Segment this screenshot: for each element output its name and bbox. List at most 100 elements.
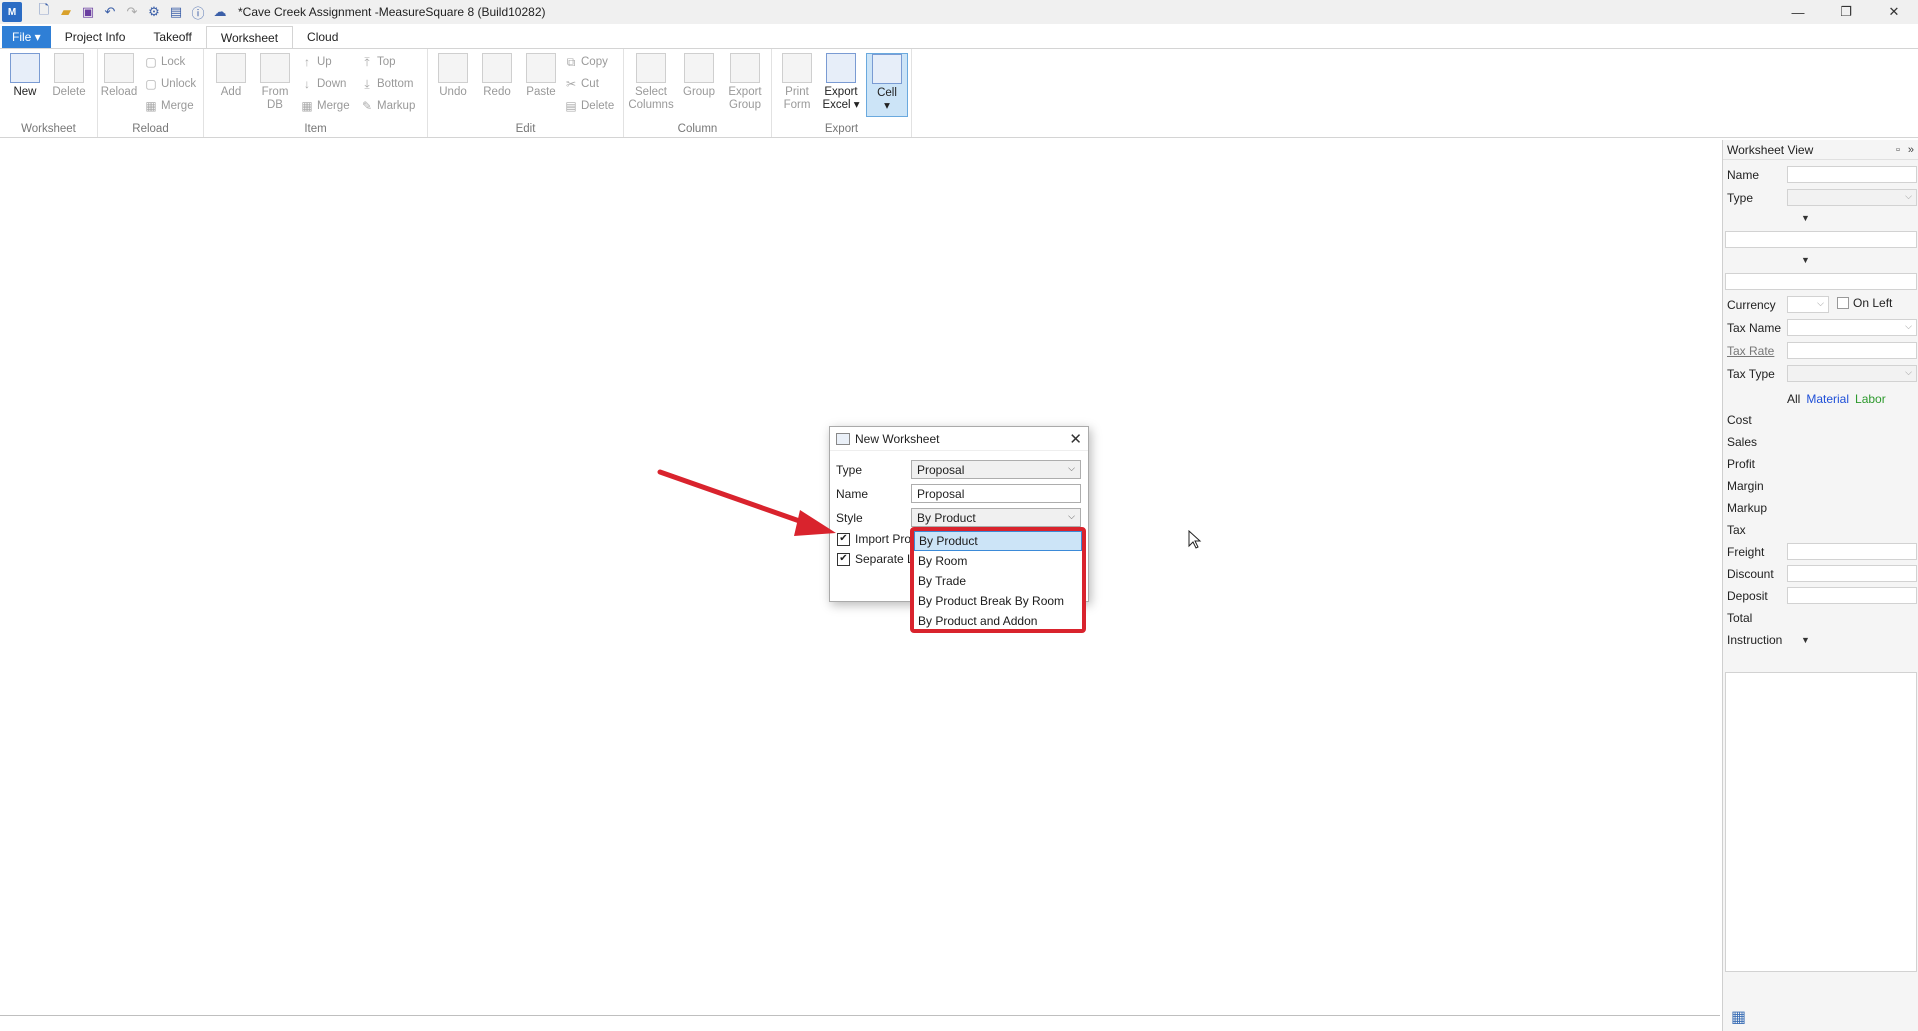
panel-name-input[interactable] — [1787, 166, 1917, 183]
lock-button[interactable]: ▢ Lock — [144, 53, 185, 71]
name-input[interactable]: Proposal — [911, 484, 1081, 503]
cloud-icon[interactable]: ☁ — [212, 4, 228, 20]
currency-select[interactable]: ⌵ — [1787, 296, 1829, 313]
panel-field-2[interactable] — [1725, 273, 1917, 290]
move-down-button[interactable]: ↓ Down — [300, 75, 346, 93]
checkbox-box — [1837, 297, 1849, 309]
filter-labor[interactable]: Labor — [1855, 392, 1886, 406]
style-select[interactable]: By Product ⌵ — [911, 508, 1081, 527]
panel-field-1[interactable] — [1725, 231, 1917, 248]
select-columns-button[interactable]: Select Columns — [628, 53, 674, 112]
undo-icon[interactable]: ↶ — [102, 4, 118, 20]
import-checkbox[interactable]: ✔ Import Pro — [837, 532, 911, 546]
move-up-button[interactable]: ↑ Up — [300, 53, 332, 71]
lock-icon: ▢ — [145, 55, 157, 69]
option-by-trade[interactable]: By Trade — [914, 571, 1082, 591]
redo-button[interactable]: Redo — [476, 53, 518, 99]
filter-all[interactable]: All — [1787, 392, 1800, 406]
tax-type-select[interactable]: ⌵ — [1787, 365, 1917, 382]
window-title: *Cave Creek Assignment -MeasureSquare 8 … — [238, 5, 546, 19]
markup-button[interactable]: ✎ Markup — [360, 97, 415, 115]
reload-icon — [104, 53, 134, 83]
option-by-product[interactable]: By Product — [914, 531, 1082, 551]
new-file-icon[interactable]: 🗋 — [36, 2, 52, 20]
on-left-checkbox[interactable]: On Left — [1837, 296, 1892, 310]
save-icon[interactable]: ▣ — [80, 4, 96, 20]
unlock-button[interactable]: ▢ Unlock — [144, 75, 196, 93]
panel-title: Worksheet View — [1727, 142, 1814, 157]
close-icon[interactable]: ✕ — [1870, 0, 1918, 24]
collapse-panel-icon[interactable]: » — [1908, 144, 1914, 156]
grid-icon — [10, 53, 40, 83]
quick-access-toolbar: 🗋 ▰ ▣ ↶ ↷ ⚙ ▤ ⓘ ☁ — [36, 2, 228, 21]
separate-checkbox[interactable]: ✔ Separate L — [837, 552, 914, 566]
minimize-icon[interactable]: — — [1774, 0, 1822, 24]
cell-button[interactable]: Cell ▾ — [866, 53, 908, 117]
settings-icon[interactable]: ⚙ — [146, 4, 162, 20]
print-form-button[interactable]: Print Form — [776, 53, 818, 112]
move-bottom-button[interactable]: ⤓ Bottom — [360, 75, 413, 93]
filter-material[interactable]: Material — [1806, 392, 1849, 406]
close-icon[interactable]: ✕ — [1069, 430, 1082, 448]
database-icon[interactable]: ▤ — [168, 4, 184, 20]
group-label-worksheet: Worksheet — [21, 123, 76, 135]
add-item-button[interactable]: Add — [210, 53, 252, 99]
mouse-cursor-icon — [1188, 530, 1202, 549]
ribbon-group-reload: Reload ▢ Lock ▢ Unlock ▦ Merge Reload — [98, 49, 204, 137]
group-label-item: Item — [304, 123, 327, 135]
new-worksheet-button[interactable]: New — [4, 53, 46, 99]
group-button[interactable]: Group — [678, 53, 720, 99]
tax-rate-label[interactable]: Tax Rate — [1727, 344, 1774, 358]
chevron-down-icon: ⌵ — [1068, 511, 1075, 521]
float-panel-icon[interactable]: ▫ — [1896, 144, 1900, 156]
reload-button[interactable]: Reload — [98, 53, 140, 99]
redo-icon[interactable]: ↷ — [124, 4, 140, 20]
discount-label: Discount — [1727, 567, 1774, 581]
paste-button[interactable]: Paste — [520, 53, 562, 99]
delete-worksheet-button[interactable]: Delete — [48, 53, 90, 99]
profit-label: Profit — [1727, 457, 1756, 471]
app-icon[interactable]: M — [2, 2, 22, 22]
option-by-product-and-addon[interactable]: By Product and Addon — [914, 611, 1082, 631]
expand-caret-icon[interactable]: ▼ — [1801, 213, 1810, 223]
type-select[interactable]: Proposal ⌵ — [911, 460, 1081, 479]
tax-name-select[interactable]: ⌵ — [1787, 319, 1917, 336]
undo-button[interactable]: Undo — [432, 53, 474, 99]
move-top-button[interactable]: ⤒ Top — [360, 53, 395, 71]
merge-reload-button[interactable]: ▦ Merge — [144, 97, 193, 115]
tax-rate-input[interactable] — [1787, 342, 1917, 359]
from-db-button[interactable]: From DB — [254, 53, 296, 112]
delete-item-button[interactable]: ▤ Delete — [564, 97, 614, 115]
tab-project-info[interactable]: Project Info — [51, 26, 140, 48]
tax-type-label: Tax Type — [1727, 367, 1775, 381]
worksheet-view-panel: Worksheet View ▫ » Name Type ⌵ ▼ ▼ Curre… — [1722, 140, 1918, 1031]
restore-icon[interactable]: ❐ — [1822, 0, 1870, 24]
export-group-button[interactable]: Export Group — [724, 53, 766, 112]
instruction-caret-icon[interactable]: ▼ — [1801, 635, 1810, 645]
tab-cloud[interactable]: Cloud — [293, 26, 352, 48]
dialog-title-bar: New Worksheet — [830, 427, 1088, 451]
ribbon-group-column: Select Columns Group Export Group Column — [624, 49, 772, 137]
help-icon[interactable]: ⓘ — [190, 4, 206, 21]
expand-caret-icon[interactable]: ▼ — [1801, 255, 1810, 265]
instruction-textarea[interactable] — [1725, 672, 1917, 972]
group-label-export: Export — [824, 123, 859, 135]
export-excel-button[interactable]: Export Excel ▾ — [820, 53, 862, 112]
option-by-product-break-by-room[interactable]: By Product Break By Room — [914, 591, 1082, 611]
tab-takeoff[interactable]: Takeoff — [139, 26, 205, 48]
tab-file[interactable]: File ▾ — [2, 26, 51, 48]
discount-input[interactable] — [1787, 565, 1917, 582]
open-folder-icon[interactable]: ▰ — [58, 4, 74, 20]
merge-item-button[interactable]: ▦ Merge — [300, 97, 349, 115]
cut-button[interactable]: ✂ Cut — [564, 75, 599, 93]
arrow-top-icon: ⤒ — [364, 54, 370, 69]
sales-label: Sales — [1727, 435, 1758, 449]
option-by-room[interactable]: By Room — [914, 551, 1082, 571]
deposit-input[interactable] — [1787, 587, 1917, 604]
copy-button[interactable]: ⧉ Copy — [564, 53, 608, 71]
worksheet-view-icon[interactable]: ▦ — [1731, 1007, 1755, 1027]
panel-type-select[interactable]: ⌵ — [1787, 189, 1917, 206]
tab-worksheet[interactable]: Worksheet — [205, 26, 294, 48]
freight-input[interactable] — [1787, 543, 1917, 560]
cell-grid-icon — [872, 54, 902, 84]
